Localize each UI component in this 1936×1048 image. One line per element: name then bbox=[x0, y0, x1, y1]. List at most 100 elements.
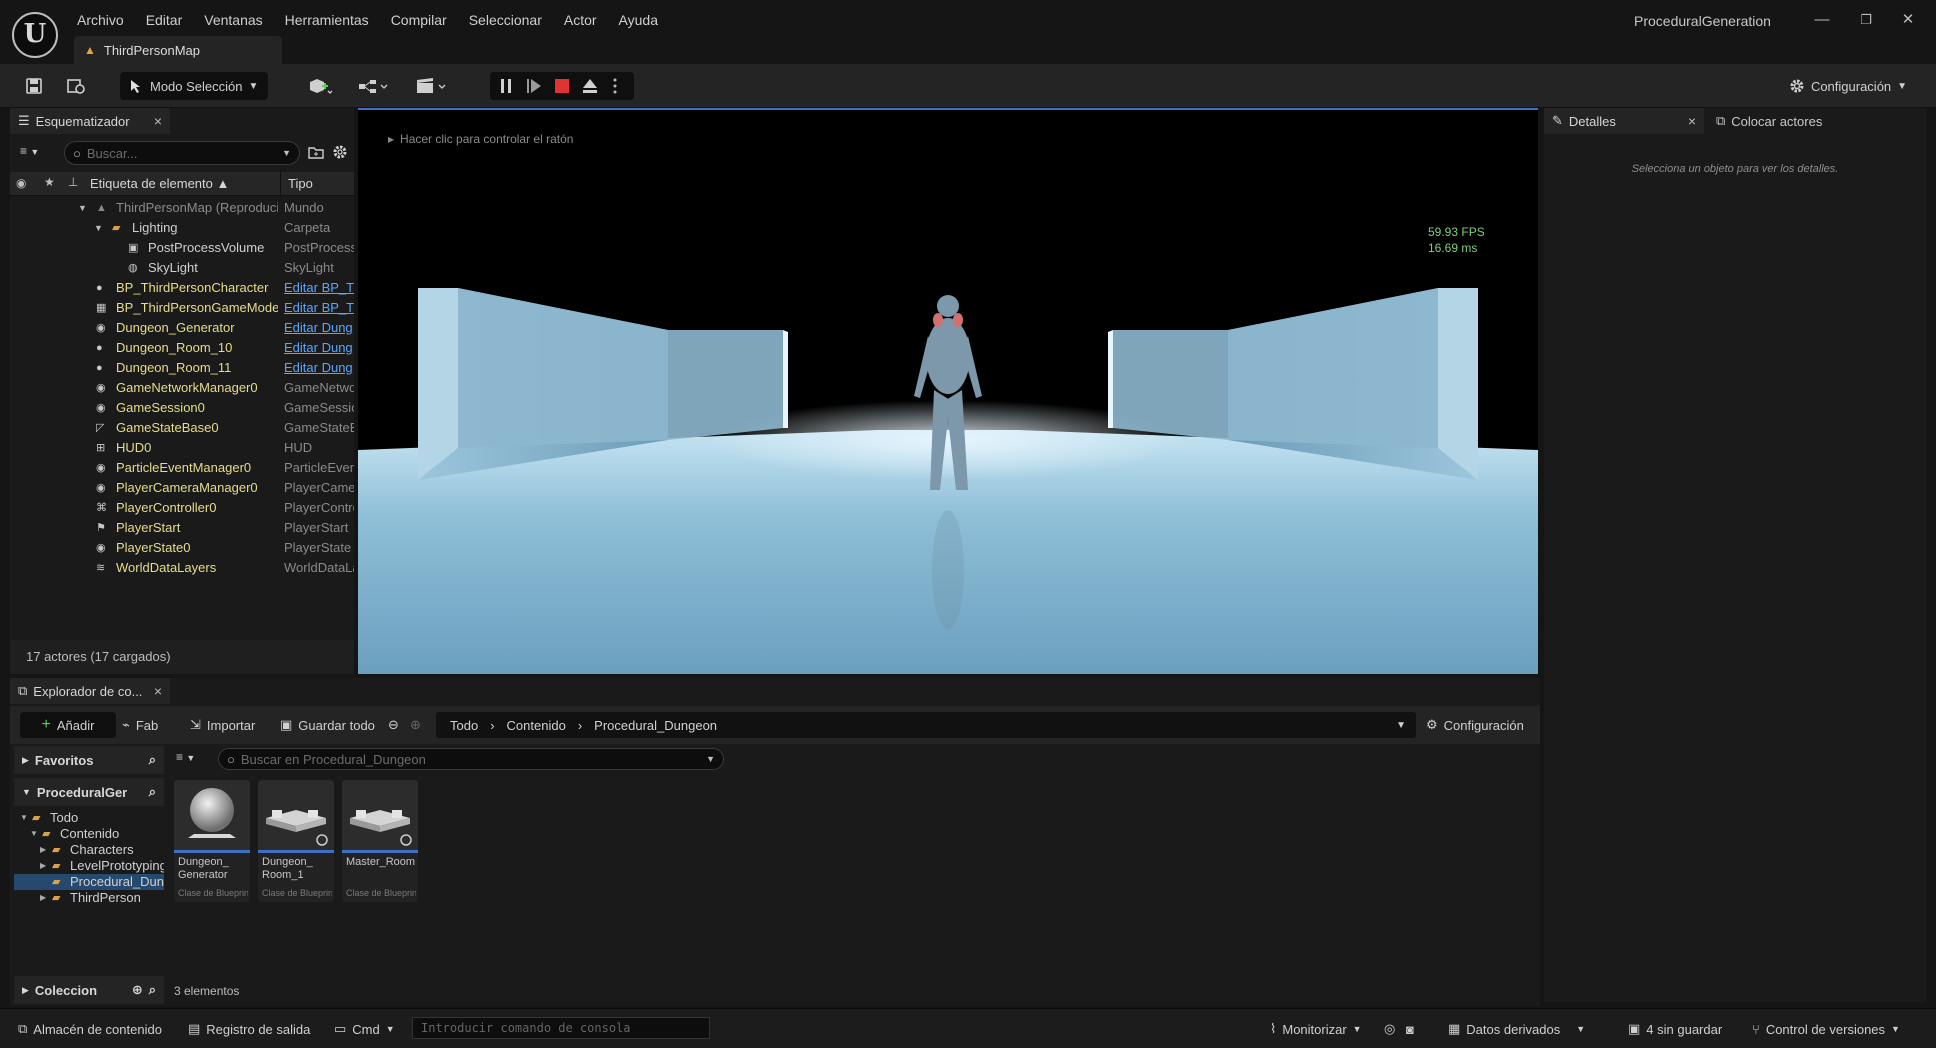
add-collection-icon[interactable]: ⊕ bbox=[132, 982, 143, 998]
menu-archivo[interactable]: Archivo bbox=[66, 10, 135, 30]
console-command-input[interactable] bbox=[412, 1017, 710, 1039]
eject-button[interactable] bbox=[580, 76, 600, 96]
expand-arrow-icon[interactable]: ▶ bbox=[40, 858, 46, 874]
close-icon[interactable]: × bbox=[154, 683, 162, 699]
record-button[interactable]: ◎ bbox=[1384, 1017, 1395, 1041]
content-browser-tab[interactable]: ⧉ Explorador de co... × bbox=[10, 678, 170, 704]
save-button[interactable] bbox=[20, 72, 48, 100]
import-button[interactable]: ⇲ Importar bbox=[190, 712, 255, 738]
outliner-row-type[interactable]: Editar Dung bbox=[284, 318, 354, 338]
mode-select-dropdown[interactable]: Modo Selección ▼ bbox=[120, 72, 268, 100]
close-icon[interactable]: × bbox=[154, 113, 162, 129]
expand-arrow-icon[interactable]: ▼ bbox=[94, 218, 103, 238]
add-folder-button[interactable] bbox=[308, 144, 326, 162]
outliner-row[interactable]: ⊞ HUD0 HUD bbox=[10, 438, 354, 458]
pause-button[interactable] bbox=[496, 76, 516, 96]
outliner-row[interactable]: ⚑ PlayerStart PlayerStart bbox=[10, 518, 354, 538]
menu-ventanas[interactable]: Ventanas bbox=[193, 10, 273, 30]
asset-tile[interactable]: Dungeon_ Room_1 Clase de Blueprint bbox=[258, 780, 334, 902]
menu-editar[interactable]: Editar bbox=[135, 10, 194, 30]
unreal-logo[interactable]: U bbox=[12, 12, 58, 58]
browse-button[interactable] bbox=[62, 72, 90, 100]
search-icon[interactable]: ⌕ bbox=[149, 752, 156, 768]
eye-icon[interactable]: ◉ bbox=[16, 176, 26, 190]
close-icon[interactable]: × bbox=[1688, 113, 1696, 129]
filter-button[interactable]: ≡ ▼ bbox=[20, 144, 56, 164]
derived-data-dropdown[interactable]: ▦ Datos derivados ▼ bbox=[1448, 1017, 1585, 1041]
asset-tile[interactable]: Dungeon_ Generator Clase de Blueprint bbox=[174, 780, 250, 902]
expand-arrow-icon[interactable]: ▶ bbox=[40, 842, 46, 858]
outliner-row[interactable]: ▦ BP_ThirdPersonGameMode Editar BP_T bbox=[10, 298, 354, 318]
fab-button[interactable]: ⌁ Fab bbox=[122, 712, 158, 738]
pin-icon[interactable]: ⊥ bbox=[68, 175, 78, 189]
settings-dropdown[interactable]: Configuración ▼ bbox=[1784, 72, 1912, 100]
chevron-down-icon[interactable]: ▼ bbox=[282, 148, 291, 158]
outliner-row[interactable]: ▣ PostProcessVolume PostProcessVolume bbox=[10, 238, 354, 258]
save-all-button[interactable]: ▣ Guardar todo bbox=[280, 712, 375, 738]
cmd-dropdown[interactable]: ▭ Cmd ▼ bbox=[334, 1017, 395, 1041]
outliner-row[interactable]: ◉ PlayerState0 PlayerState bbox=[10, 538, 354, 558]
outliner-search-input[interactable] bbox=[86, 145, 277, 161]
project-header[interactable]: ▼ ProceduralGer ⌕ bbox=[14, 778, 164, 806]
search-icon[interactable]: ⌕ bbox=[149, 784, 156, 800]
asset-tile[interactable]: Master_Room Clase de Blueprint bbox=[342, 780, 418, 902]
cb-settings-button[interactable]: ⚙ Configuración bbox=[1426, 712, 1524, 738]
outliner-tab[interactable]: ☰ Esquematizador × bbox=[10, 108, 170, 134]
minimize-button[interactable]: — bbox=[1812, 10, 1832, 30]
forward-button[interactable]: ⊕ bbox=[410, 712, 421, 738]
restore-button[interactable]: ❐ bbox=[1856, 10, 1876, 30]
outliner-row[interactable]: ● Dungeon_Room_10 Editar Dung bbox=[10, 338, 354, 358]
outliner-row[interactable]: ▼ ▲ ThirdPersonMap (Reproducir) Mundo bbox=[10, 198, 354, 218]
menu-seleccionar[interactable]: Seleccionar bbox=[458, 10, 553, 30]
collections-header[interactable]: ▶ Coleccion ⊕ ⌕ bbox=[14, 976, 164, 1004]
outliner-settings-button[interactable] bbox=[332, 144, 350, 162]
expand-arrow-icon[interactable]: ▼ bbox=[78, 198, 87, 218]
outliner-row-type[interactable]: Editar Dung bbox=[284, 358, 354, 378]
play-options-button[interactable] bbox=[608, 76, 622, 96]
outliner-row[interactable]: ◉ PlayerCameraManager0 PlayerCameraManager bbox=[10, 478, 354, 498]
folder-tree-item[interactable]: ▰ Procedural_Dungeon bbox=[14, 874, 164, 890]
outliner-row[interactable]: ◉ GameNetworkManager0 GameNetworkManager bbox=[10, 378, 354, 398]
cinematics-button[interactable] bbox=[412, 72, 452, 100]
step-frame-button[interactable] bbox=[524, 76, 544, 96]
add-actor-button[interactable] bbox=[300, 72, 340, 100]
details-tab[interactable]: ✎ Detalles × bbox=[1544, 108, 1704, 134]
favorites-header[interactable]: ▶ Favoritos ⌕ bbox=[14, 746, 164, 774]
content-drawer-button[interactable]: ⧉ Almacén de contenido bbox=[18, 1017, 162, 1041]
content-search-input[interactable] bbox=[240, 751, 701, 767]
outliner-row-type[interactable]: Editar Dung bbox=[284, 338, 354, 358]
outliner-row[interactable]: ◍ SkyLight SkyLight bbox=[10, 258, 354, 278]
chevron-down-icon[interactable]: ▼ bbox=[706, 754, 715, 764]
outliner-row[interactable]: ◉ Dungeon_Generator Editar Dung bbox=[10, 318, 354, 338]
add-button[interactable]: + Añadir bbox=[20, 712, 116, 738]
outliner-row[interactable]: ◉ ParticleEventManager0 ParticleEventManag… bbox=[10, 458, 354, 478]
blueprint-button[interactable] bbox=[354, 72, 394, 100]
back-button[interactable]: ⊖ bbox=[388, 712, 399, 738]
expand-arrow-icon[interactable]: ▼ bbox=[30, 826, 38, 842]
map-document-tab[interactable]: ▲ ThirdPersonMap bbox=[74, 36, 282, 64]
outliner-row[interactable]: ● Dungeon_Room_11 Editar Dung bbox=[10, 358, 354, 378]
folder-tree-item[interactable]: ▶ ▰ Characters bbox=[14, 842, 164, 858]
cb-filter-button[interactable]: ≡ ▼ bbox=[176, 750, 212, 770]
folder-tree-item[interactable]: ▶ ▰ LevelPrototyping bbox=[14, 858, 164, 874]
breadcrumb-todo[interactable]: Todo bbox=[450, 718, 478, 733]
source-control-dropdown[interactable]: ⑂ Control de versiones ▼ bbox=[1752, 1017, 1900, 1041]
stop-button[interactable] bbox=[552, 76, 572, 96]
unsaved-button[interactable]: ▣ 4 sin guardar bbox=[1628, 1017, 1722, 1041]
menu-compilar[interactable]: Compilar bbox=[380, 10, 458, 30]
menu-ayuda[interactable]: Ayuda bbox=[608, 10, 669, 30]
outliner-row[interactable]: ⌘ PlayerController0 PlayerController bbox=[10, 498, 354, 518]
close-window-button[interactable]: ✕ bbox=[1898, 10, 1918, 30]
screenshot-button[interactable]: ◙ bbox=[1406, 1017, 1414, 1041]
breadcrumb-procedural-dungeon[interactable]: Procedural_Dungeon bbox=[594, 718, 717, 733]
folder-tree-item[interactable]: ▶ ▰ ThirdPerson bbox=[14, 890, 164, 906]
folder-tree-item[interactable]: ▼ ▰ Todo bbox=[14, 810, 164, 826]
menu-actor[interactable]: Actor bbox=[553, 10, 608, 30]
menu-herramientas[interactable]: Herramientas bbox=[274, 10, 380, 30]
monitor-dropdown[interactable]: ⌇ Monitorizar ▼ bbox=[1270, 1017, 1362, 1041]
star-icon[interactable]: ★ bbox=[44, 175, 55, 189]
expand-arrow-icon[interactable]: ▶ bbox=[40, 890, 46, 906]
breadcrumb-contenido[interactable]: Contenido bbox=[507, 718, 566, 733]
outliner-row[interactable]: ≋ WorldDataLayers WorldDataLayers bbox=[10, 558, 354, 578]
output-log-button[interactable]: ▤ Registro de salida bbox=[188, 1017, 310, 1041]
